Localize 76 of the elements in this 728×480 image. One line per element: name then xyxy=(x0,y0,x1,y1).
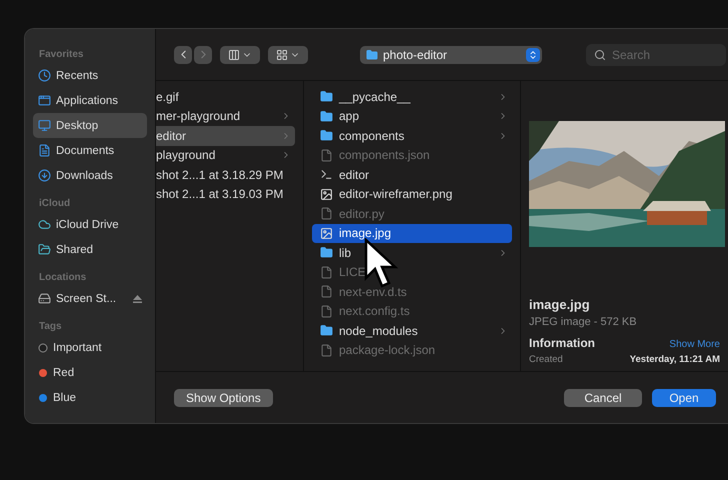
file-row[interactable]: node_modules xyxy=(312,321,512,340)
file-icon xyxy=(320,285,333,298)
folder-icon xyxy=(320,90,333,104)
document-icon xyxy=(38,144,51,157)
file-name: image.jpg xyxy=(529,297,591,312)
show-options-button[interactable]: Show Options xyxy=(174,388,273,406)
section-title: Tags xyxy=(38,320,63,334)
path-label: photo-editor xyxy=(383,48,448,62)
sidebar-item[interactable]: Recents xyxy=(33,63,147,88)
eject-icon[interactable] xyxy=(133,294,142,302)
file-row[interactable]: shot 2...1 at 3.18.29 PM xyxy=(156,165,295,184)
columns-icon xyxy=(228,48,240,60)
file-row[interactable]: shot 2...1 at 3.19.03 PM xyxy=(156,184,295,204)
file-icon xyxy=(320,304,333,318)
sidebar-item[interactable]: Shared xyxy=(33,237,147,262)
sidebar-item[interactable]: iCloud Drive xyxy=(33,212,147,237)
file-icon xyxy=(320,344,333,357)
show-more-link[interactable]: Show More xyxy=(669,339,720,350)
download-icon xyxy=(38,169,51,182)
image-file-icon xyxy=(320,188,333,201)
info-label: Created xyxy=(529,354,563,365)
terminal-icon xyxy=(320,168,333,182)
tag-dot xyxy=(38,368,48,378)
tag-dot xyxy=(38,342,48,352)
sidebar-item[interactable]: Screen St... xyxy=(33,286,147,311)
file-row[interactable]: playground xyxy=(156,146,295,165)
file-icon xyxy=(320,266,333,279)
file-row[interactable]: lib xyxy=(312,243,512,262)
group-button[interactable] xyxy=(268,46,308,64)
folder-icon xyxy=(320,246,333,260)
file-icon xyxy=(320,148,333,162)
back-button[interactable] xyxy=(174,46,192,64)
file-row[interactable]: editor xyxy=(156,126,295,146)
info-title: Information xyxy=(529,336,595,350)
sidebar-item[interactable]: Red xyxy=(33,360,147,385)
file-row[interactable]: image.jpg xyxy=(312,224,512,243)
sidebar-item[interactable]: Applications xyxy=(33,88,147,113)
file-row[interactable]: editor xyxy=(312,165,512,184)
sidebar-item[interactable]: Downloads xyxy=(33,163,147,188)
folder-icon xyxy=(320,110,333,123)
shared-folder-icon xyxy=(38,243,51,256)
section-title: Favorites xyxy=(38,48,84,62)
monitor-icon xyxy=(38,119,51,132)
cloud-icon xyxy=(38,218,51,231)
section-title: Locations xyxy=(38,271,88,285)
folder-icon xyxy=(320,129,333,142)
open-button[interactable]: Open xyxy=(652,388,716,406)
drive-icon xyxy=(38,292,51,305)
tag-dot xyxy=(38,392,48,402)
file-row[interactable]: __pycache__ xyxy=(312,87,512,106)
grid-icon xyxy=(276,48,288,60)
sidebar-item[interactable]: Blue xyxy=(33,385,147,410)
clock-icon xyxy=(38,69,51,82)
cancel-button[interactable]: Cancel xyxy=(564,388,642,406)
section-title: iCloud xyxy=(38,197,72,211)
view-mode-button[interactable] xyxy=(220,46,260,64)
sidebar-item[interactable]: Important xyxy=(33,335,147,360)
sidebar-item[interactable]: Desktop xyxy=(33,113,147,138)
search-field[interactable]: Search xyxy=(586,44,726,66)
file-icon xyxy=(320,207,333,220)
sidebar-item[interactable]: Documents xyxy=(33,138,147,163)
file-row[interactable]: app xyxy=(312,106,512,126)
up-down-icon xyxy=(526,48,540,62)
file-row[interactable]: e.gif xyxy=(156,87,295,106)
file-row[interactable]: mer-playground xyxy=(156,106,295,126)
file-row[interactable]: editor-wireframer.png xyxy=(312,184,512,204)
forward-button[interactable] xyxy=(194,46,212,64)
info-value: Yesterday, 11:21 AM xyxy=(630,354,720,365)
image-file-icon xyxy=(320,226,333,240)
file-row[interactable]: components xyxy=(312,126,512,146)
folder-icon xyxy=(366,48,378,60)
file-type: JPEG image - 572 KB xyxy=(529,316,638,328)
search-icon xyxy=(594,48,606,60)
apps-icon xyxy=(38,94,51,107)
folder-icon xyxy=(320,324,333,338)
path-popup[interactable]: photo-editor xyxy=(360,46,542,64)
